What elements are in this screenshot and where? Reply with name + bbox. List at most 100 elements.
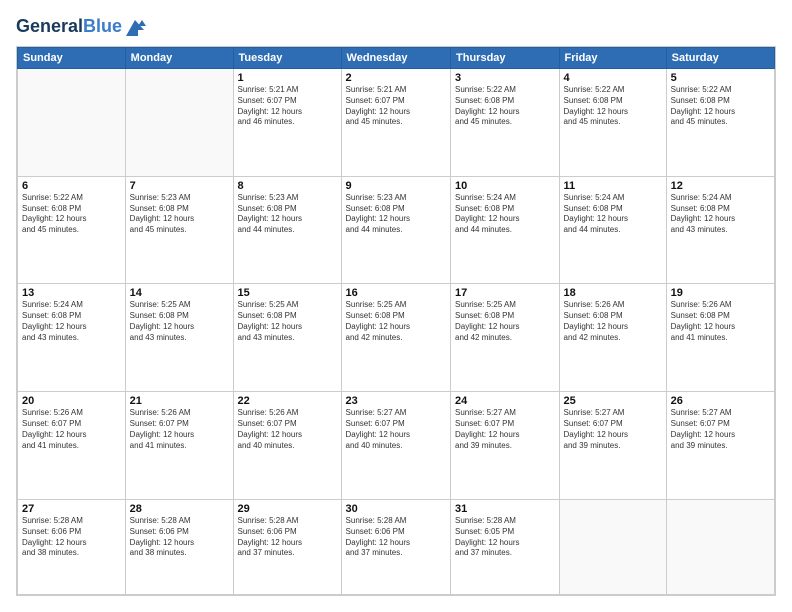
cell-info: Sunrise: 5:28 AM Sunset: 6:05 PM Dayligh… — [455, 516, 555, 559]
day-number: 18 — [564, 287, 662, 299]
cell-info: Sunrise: 5:22 AM Sunset: 6:08 PM Dayligh… — [564, 85, 662, 128]
week-row-3: 13Sunrise: 5:24 AM Sunset: 6:08 PM Dayli… — [18, 284, 775, 392]
cell-info: Sunrise: 5:22 AM Sunset: 6:08 PM Dayligh… — [22, 193, 121, 236]
day-number: 20 — [22, 395, 121, 407]
day-number: 31 — [455, 503, 555, 515]
cal-cell: 16Sunrise: 5:25 AM Sunset: 6:08 PM Dayli… — [341, 284, 450, 392]
day-number: 14 — [130, 287, 229, 299]
cell-info: Sunrise: 5:23 AM Sunset: 6:08 PM Dayligh… — [346, 193, 446, 236]
day-number: 28 — [130, 503, 229, 515]
cell-info: Sunrise: 5:24 AM Sunset: 6:08 PM Dayligh… — [671, 193, 770, 236]
day-header-monday: Monday — [125, 48, 233, 69]
cell-info: Sunrise: 5:26 AM Sunset: 6:08 PM Dayligh… — [671, 300, 770, 343]
cell-info: Sunrise: 5:27 AM Sunset: 6:07 PM Dayligh… — [564, 408, 662, 451]
day-number: 9 — [346, 180, 446, 192]
day-number: 16 — [346, 287, 446, 299]
cal-cell — [666, 499, 774, 594]
day-number: 3 — [455, 72, 555, 84]
cell-info: Sunrise: 5:25 AM Sunset: 6:08 PM Dayligh… — [238, 300, 337, 343]
day-number: 7 — [130, 180, 229, 192]
cell-info: Sunrise: 5:28 AM Sunset: 6:06 PM Dayligh… — [22, 516, 121, 559]
header: GeneralBlue — [16, 16, 776, 38]
cal-cell: 2Sunrise: 5:21 AM Sunset: 6:07 PM Daylig… — [341, 69, 450, 177]
week-row-4: 20Sunrise: 5:26 AM Sunset: 6:07 PM Dayli… — [18, 392, 775, 500]
day-header-saturday: Saturday — [666, 48, 774, 69]
day-header-sunday: Sunday — [18, 48, 126, 69]
cal-cell: 28Sunrise: 5:28 AM Sunset: 6:06 PM Dayli… — [125, 499, 233, 594]
day-header-friday: Friday — [559, 48, 666, 69]
cal-cell: 13Sunrise: 5:24 AM Sunset: 6:08 PM Dayli… — [18, 284, 126, 392]
logo: GeneralBlue — [16, 16, 146, 38]
day-number: 25 — [564, 395, 662, 407]
cell-info: Sunrise: 5:28 AM Sunset: 6:06 PM Dayligh… — [238, 516, 337, 559]
cell-info: Sunrise: 5:26 AM Sunset: 6:07 PM Dayligh… — [238, 408, 337, 451]
day-number: 15 — [238, 287, 337, 299]
cal-cell: 7Sunrise: 5:23 AM Sunset: 6:08 PM Daylig… — [125, 176, 233, 284]
cell-info: Sunrise: 5:25 AM Sunset: 6:08 PM Dayligh… — [346, 300, 446, 343]
logo-text: GeneralBlue — [16, 17, 122, 37]
cal-cell: 4Sunrise: 5:22 AM Sunset: 6:08 PM Daylig… — [559, 69, 666, 177]
cell-info: Sunrise: 5:21 AM Sunset: 6:07 PM Dayligh… — [238, 85, 337, 128]
cal-cell: 9Sunrise: 5:23 AM Sunset: 6:08 PM Daylig… — [341, 176, 450, 284]
cal-cell: 30Sunrise: 5:28 AM Sunset: 6:06 PM Dayli… — [341, 499, 450, 594]
day-number: 1 — [238, 72, 337, 84]
cell-info: Sunrise: 5:26 AM Sunset: 6:08 PM Dayligh… — [564, 300, 662, 343]
day-number: 13 — [22, 287, 121, 299]
cell-info: Sunrise: 5:23 AM Sunset: 6:08 PM Dayligh… — [130, 193, 229, 236]
cal-cell: 12Sunrise: 5:24 AM Sunset: 6:08 PM Dayli… — [666, 176, 774, 284]
cal-cell: 19Sunrise: 5:26 AM Sunset: 6:08 PM Dayli… — [666, 284, 774, 392]
cal-cell: 20Sunrise: 5:26 AM Sunset: 6:07 PM Dayli… — [18, 392, 126, 500]
day-number: 8 — [238, 180, 337, 192]
cell-info: Sunrise: 5:28 AM Sunset: 6:06 PM Dayligh… — [346, 516, 446, 559]
cell-info: Sunrise: 5:26 AM Sunset: 6:07 PM Dayligh… — [22, 408, 121, 451]
day-header-wednesday: Wednesday — [341, 48, 450, 69]
cal-cell: 21Sunrise: 5:26 AM Sunset: 6:07 PM Dayli… — [125, 392, 233, 500]
day-number: 19 — [671, 287, 770, 299]
cell-info: Sunrise: 5:21 AM Sunset: 6:07 PM Dayligh… — [346, 85, 446, 128]
cal-cell: 23Sunrise: 5:27 AM Sunset: 6:07 PM Dayli… — [341, 392, 450, 500]
cell-info: Sunrise: 5:23 AM Sunset: 6:08 PM Dayligh… — [238, 193, 337, 236]
page: GeneralBlue SundayMondayTuesdayWednesday… — [0, 0, 792, 612]
cell-info: Sunrise: 5:28 AM Sunset: 6:06 PM Dayligh… — [130, 516, 229, 559]
day-number: 30 — [346, 503, 446, 515]
cal-cell: 15Sunrise: 5:25 AM Sunset: 6:08 PM Dayli… — [233, 284, 341, 392]
week-row-5: 27Sunrise: 5:28 AM Sunset: 6:06 PM Dayli… — [18, 499, 775, 594]
day-number: 4 — [564, 72, 662, 84]
cal-cell — [18, 69, 126, 177]
day-number: 17 — [455, 287, 555, 299]
cell-info: Sunrise: 5:24 AM Sunset: 6:08 PM Dayligh… — [564, 193, 662, 236]
cal-cell: 27Sunrise: 5:28 AM Sunset: 6:06 PM Dayli… — [18, 499, 126, 594]
cal-cell: 10Sunrise: 5:24 AM Sunset: 6:08 PM Dayli… — [451, 176, 560, 284]
day-number: 26 — [671, 395, 770, 407]
cal-cell: 22Sunrise: 5:26 AM Sunset: 6:07 PM Dayli… — [233, 392, 341, 500]
cal-cell: 26Sunrise: 5:27 AM Sunset: 6:07 PM Dayli… — [666, 392, 774, 500]
header-row: SundayMondayTuesdayWednesdayThursdayFrid… — [18, 48, 775, 69]
day-number: 24 — [455, 395, 555, 407]
cal-cell: 17Sunrise: 5:25 AM Sunset: 6:08 PM Dayli… — [451, 284, 560, 392]
week-row-1: 1Sunrise: 5:21 AM Sunset: 6:07 PM Daylig… — [18, 69, 775, 177]
day-number: 21 — [130, 395, 229, 407]
cell-info: Sunrise: 5:27 AM Sunset: 6:07 PM Dayligh… — [671, 408, 770, 451]
day-number: 29 — [238, 503, 337, 515]
cal-cell: 18Sunrise: 5:26 AM Sunset: 6:08 PM Dayli… — [559, 284, 666, 392]
cal-cell: 1Sunrise: 5:21 AM Sunset: 6:07 PM Daylig… — [233, 69, 341, 177]
cal-cell: 14Sunrise: 5:25 AM Sunset: 6:08 PM Dayli… — [125, 284, 233, 392]
cell-info: Sunrise: 5:25 AM Sunset: 6:08 PM Dayligh… — [455, 300, 555, 343]
cal-cell: 6Sunrise: 5:22 AM Sunset: 6:08 PM Daylig… — [18, 176, 126, 284]
cal-cell: 5Sunrise: 5:22 AM Sunset: 6:08 PM Daylig… — [666, 69, 774, 177]
day-number: 2 — [346, 72, 446, 84]
cal-cell — [559, 499, 666, 594]
cell-info: Sunrise: 5:27 AM Sunset: 6:07 PM Dayligh… — [346, 408, 446, 451]
cal-cell: 24Sunrise: 5:27 AM Sunset: 6:07 PM Dayli… — [451, 392, 560, 500]
cal-cell: 3Sunrise: 5:22 AM Sunset: 6:08 PM Daylig… — [451, 69, 560, 177]
calendar: SundayMondayTuesdayWednesdayThursdayFrid… — [16, 46, 776, 596]
cal-cell: 29Sunrise: 5:28 AM Sunset: 6:06 PM Dayli… — [233, 499, 341, 594]
cal-cell — [125, 69, 233, 177]
day-number: 6 — [22, 180, 121, 192]
cal-cell: 25Sunrise: 5:27 AM Sunset: 6:07 PM Dayli… — [559, 392, 666, 500]
day-number: 27 — [22, 503, 121, 515]
cal-cell: 31Sunrise: 5:28 AM Sunset: 6:05 PM Dayli… — [451, 499, 560, 594]
cell-info: Sunrise: 5:25 AM Sunset: 6:08 PM Dayligh… — [130, 300, 229, 343]
cell-info: Sunrise: 5:22 AM Sunset: 6:08 PM Dayligh… — [671, 85, 770, 128]
calendar-table: SundayMondayTuesdayWednesdayThursdayFrid… — [17, 47, 775, 595]
